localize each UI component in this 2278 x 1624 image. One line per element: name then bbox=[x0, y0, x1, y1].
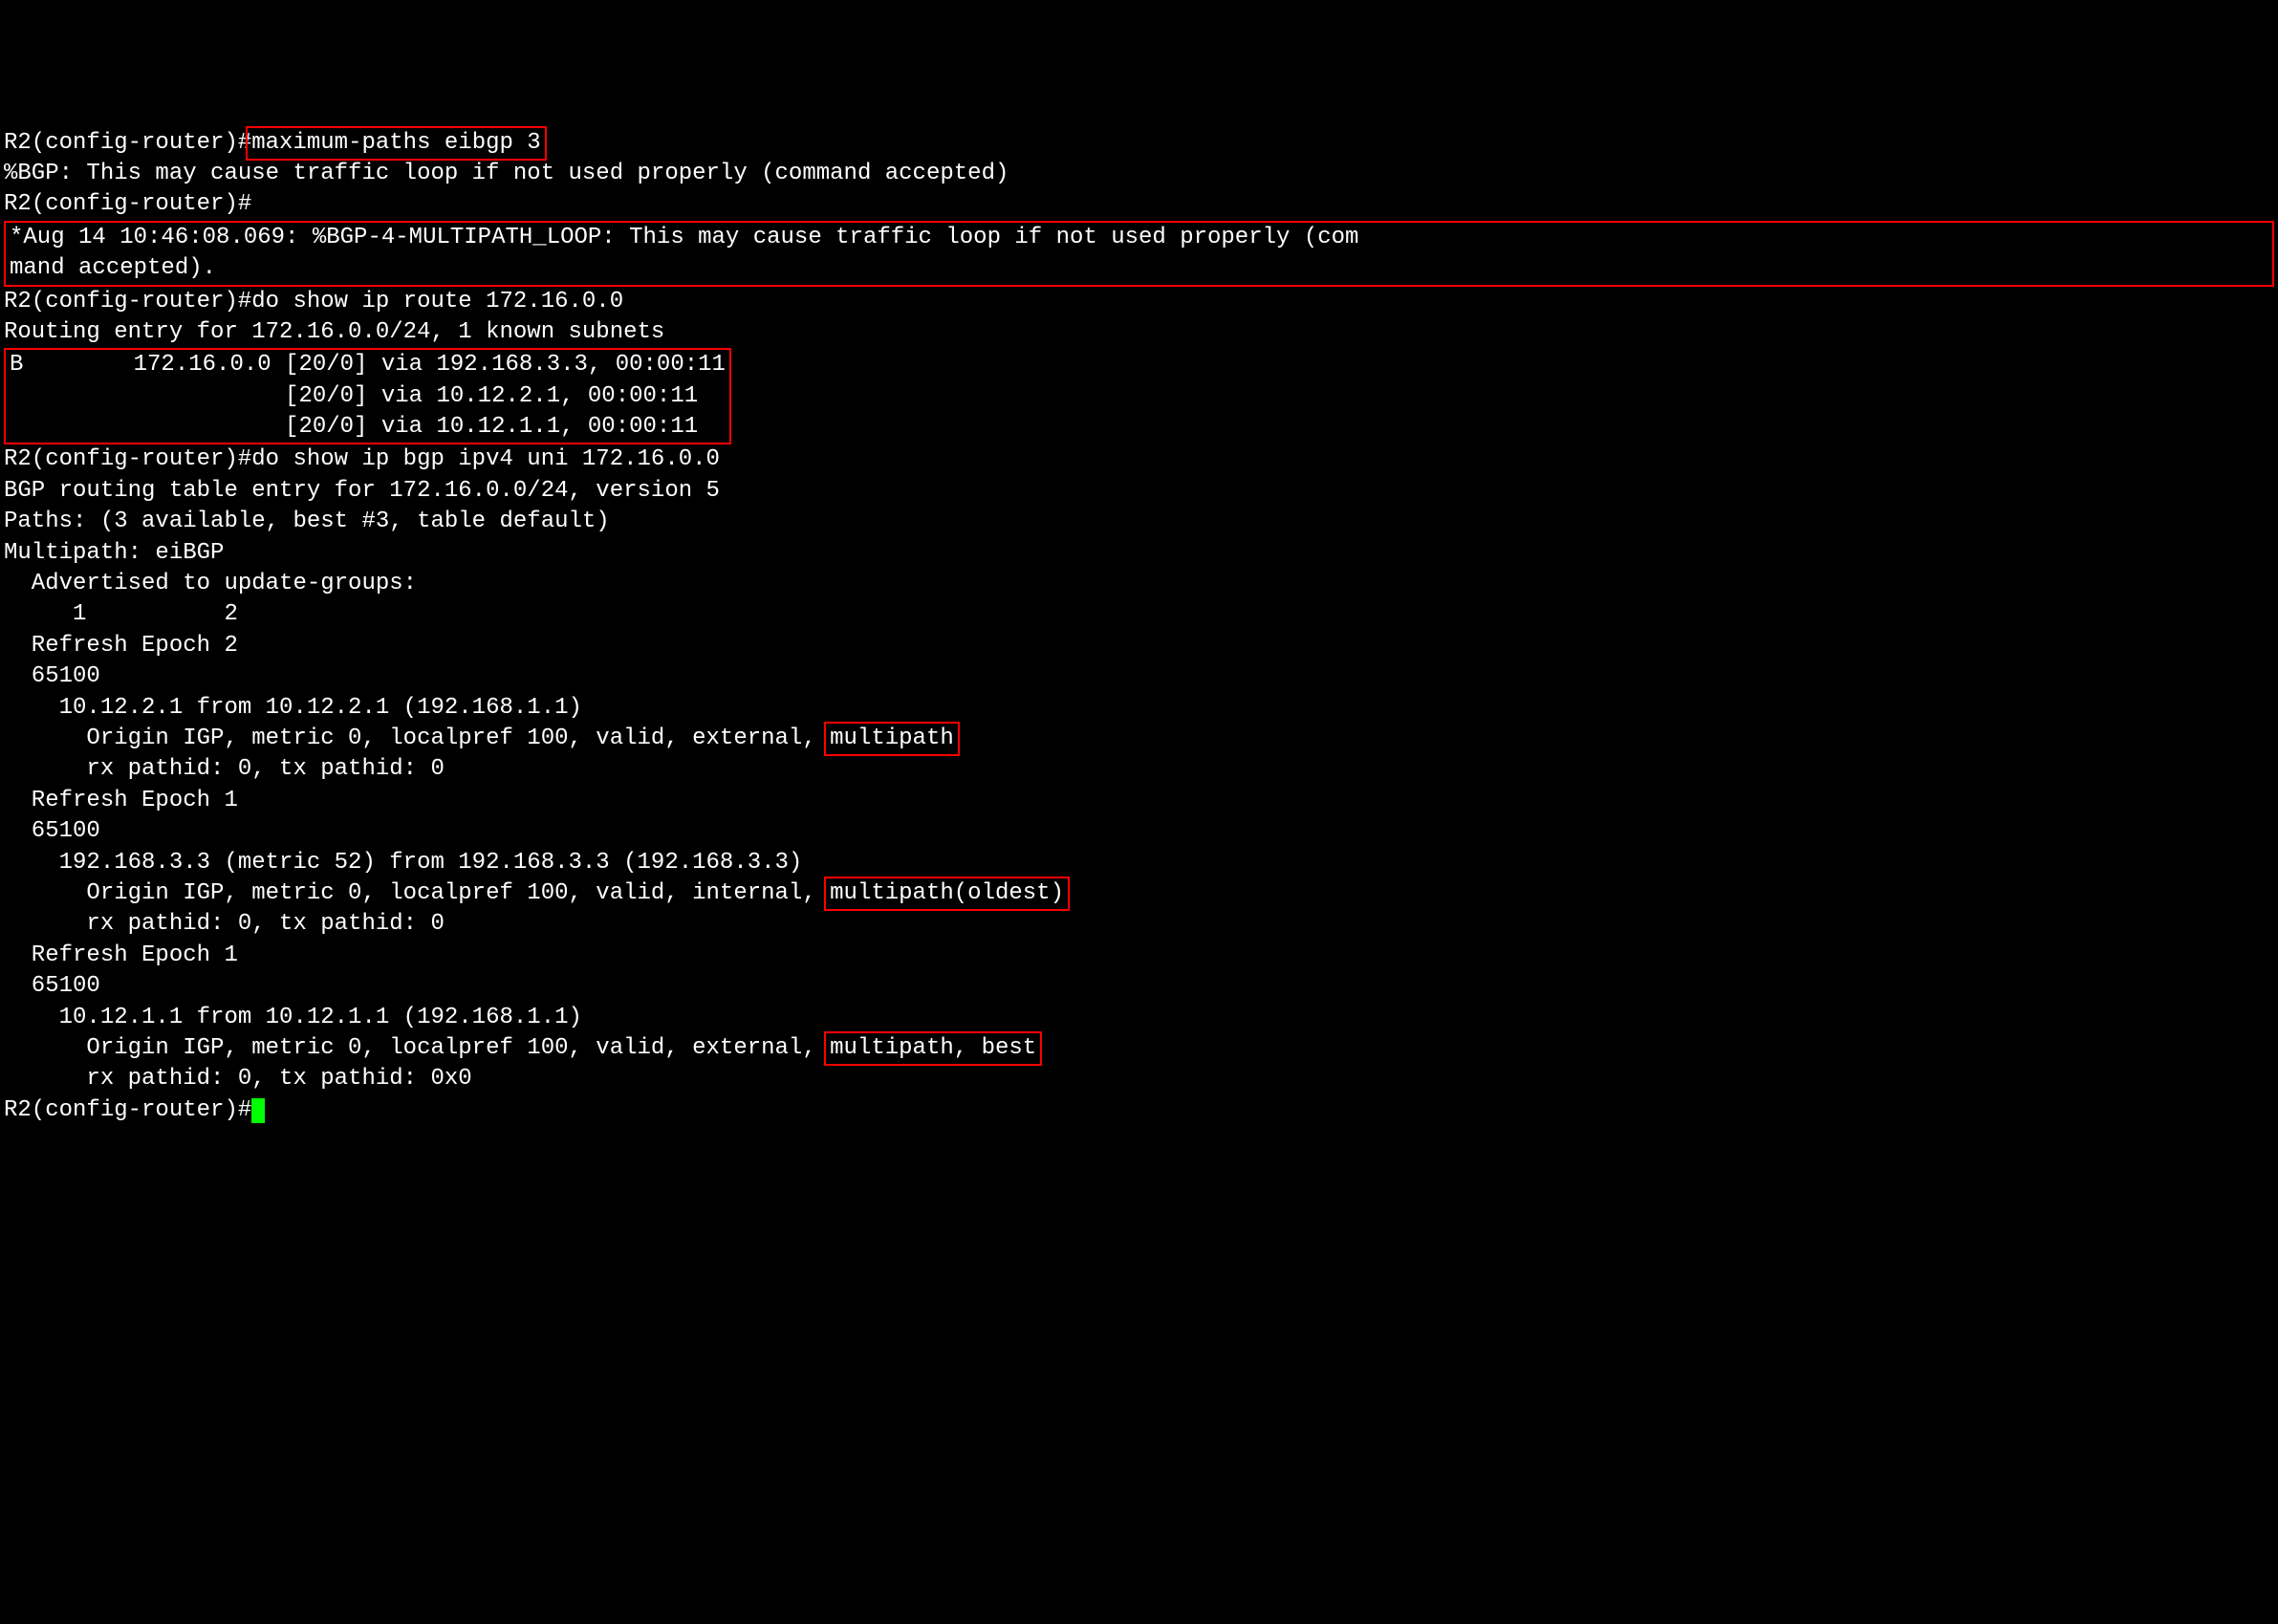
prompt: R2(config-router)# bbox=[4, 130, 251, 156]
refresh-epoch-3: Refresh Epoch 1 bbox=[4, 941, 2274, 971]
pathid-3: rx pathid: 0, tx pathid: 0x0 bbox=[4, 1064, 2274, 1094]
nexthop-3: 10.12.1.1 from 10.12.1.1 (192.168.1.1) bbox=[4, 1003, 2274, 1033]
prompt-empty: R2(config-router)# bbox=[4, 189, 2274, 220]
bgp-table-entry: BGP routing table entry for 172.16.0.0/2… bbox=[4, 476, 2274, 507]
command-highlight-maximum-paths: maximum-paths eibgp 3 bbox=[246, 126, 546, 161]
advertised-header: Advertised to update-groups: bbox=[4, 569, 2274, 599]
terminal-output[interactable]: R2(config-router)#maximum-paths eibgp 3%… bbox=[4, 128, 2274, 1127]
log-line-1: *Aug 14 10:46:08.069: %BGP-4-MULTIPATH_L… bbox=[10, 225, 1358, 250]
update-groups: 1 2 bbox=[4, 599, 2274, 630]
routing-entry-header: Routing entry for 172.16.0.0/24, 1 known… bbox=[4, 317, 2274, 348]
route-line-1: B 172.16.0.0 [20/0] via 192.168.3.3, 00:… bbox=[10, 352, 726, 378]
show-ip-bgp-cmd: R2(config-router)#do show ip bgp ipv4 un… bbox=[4, 444, 2274, 475]
bgp-warning-line: %BGP: This may cause traffic loop if not… bbox=[4, 159, 2274, 189]
attrs-2-prefix: Origin IGP, metric 0, localpref 100, val… bbox=[4, 880, 830, 906]
nexthop-1: 10.12.2.1 from 10.12.2.1 (192.168.1.1) bbox=[4, 693, 2274, 724]
nexthop-2: 192.168.3.3 (metric 52) from 192.168.3.3… bbox=[4, 848, 2274, 878]
multipath-highlight-3: multipath, best bbox=[824, 1031, 1042, 1066]
as-path-3: 65100 bbox=[4, 971, 2274, 1002]
pathid-1: rx pathid: 0, tx pathid: 0 bbox=[4, 754, 2274, 785]
show-ip-route-cmd: R2(config-router)#do show ip route 172.1… bbox=[4, 287, 2274, 317]
as-path-2: 65100 bbox=[4, 816, 2274, 847]
attrs-1-prefix: Origin IGP, metric 0, localpref 100, val… bbox=[4, 725, 830, 751]
log-multipath-loop-highlight: *Aug 14 10:46:08.069: %BGP-4-MULTIPATH_L… bbox=[4, 221, 2274, 287]
multipath-type: Multipath: eiBGP bbox=[4, 538, 2274, 569]
log-line-2: mand accepted). bbox=[10, 255, 216, 281]
route-line-3: [20/0] via 10.12.1.1, 00:00:11 bbox=[10, 414, 698, 440]
final-prompt: R2(config-router)# bbox=[4, 1097, 251, 1123]
route-line-2: [20/0] via 10.12.2.1, 00:00:11 bbox=[10, 383, 698, 409]
multipath-highlight-1: multipath bbox=[824, 722, 960, 756]
as-path-1: 65100 bbox=[4, 661, 2274, 692]
route-entries-highlight: B 172.16.0.0 [20/0] via 192.168.3.3, 00:… bbox=[4, 348, 731, 444]
multipath-highlight-2: multipath(oldest) bbox=[824, 877, 1070, 911]
refresh-epoch-2: Refresh Epoch 1 bbox=[4, 786, 2274, 816]
refresh-epoch-1: Refresh Epoch 2 bbox=[4, 631, 2274, 661]
attrs-3-prefix: Origin IGP, metric 0, localpref 100, val… bbox=[4, 1035, 830, 1061]
cursor bbox=[251, 1098, 265, 1123]
pathid-2: rx pathid: 0, tx pathid: 0 bbox=[4, 909, 2274, 940]
paths-summary: Paths: (3 available, best #3, table defa… bbox=[4, 507, 2274, 537]
